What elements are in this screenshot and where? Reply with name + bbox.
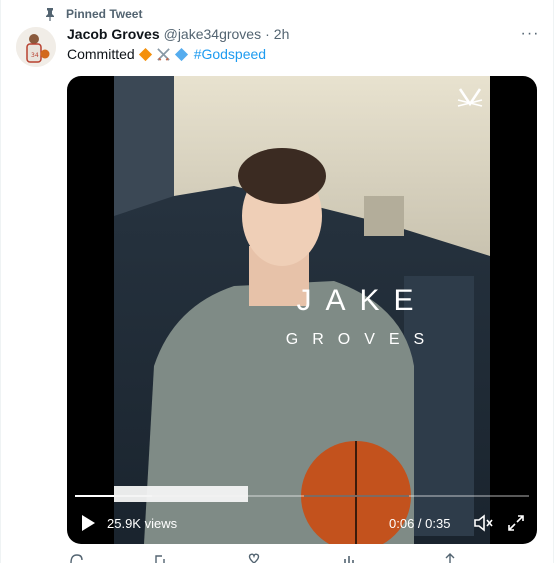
like-icon[interactable] xyxy=(247,553,261,563)
tweet-text: Committed #Godspeed xyxy=(67,46,266,62)
crossed-swords-icon xyxy=(156,47,170,61)
author-name[interactable]: Jacob Groves xyxy=(67,26,160,42)
video-overlay-subtitle: GROVES xyxy=(285,331,439,348)
video-scrub-preview xyxy=(114,486,248,502)
views-icon[interactable] xyxy=(342,553,356,563)
tweet-timestamp[interactable]: 2h xyxy=(274,26,290,42)
timeline-border-left xyxy=(0,0,1,563)
more-options-button[interactable]: ··· xyxy=(518,24,542,44)
pinned-label: Pinned Tweet xyxy=(66,7,143,21)
fullscreen-icon[interactable] xyxy=(507,514,525,532)
tweet-header: Jacob Groves @jake34groves · 2h xyxy=(67,26,289,42)
svg-text:34: 34 xyxy=(31,52,39,59)
header-separator: · xyxy=(265,26,270,42)
play-icon[interactable] xyxy=(80,514,96,532)
timeline-border-right xyxy=(553,0,554,563)
pinned-indicator: Pinned Tweet xyxy=(44,7,142,21)
video-player[interactable]: JAKE GROVES 25.9K views 0:06 / 0:35 xyxy=(67,76,537,544)
share-icon[interactable] xyxy=(443,553,457,563)
video-overlay-title: JAKE xyxy=(296,284,428,317)
hashtag-link[interactable]: #Godspeed xyxy=(194,46,266,62)
avatar[interactable]: 34 xyxy=(16,27,56,67)
pin-icon xyxy=(46,8,54,21)
reply-icon[interactable] xyxy=(69,553,83,563)
video-view-count: 25.9K views xyxy=(107,516,178,531)
author-handle[interactable]: @jake34groves xyxy=(164,26,262,42)
avatar-image: 34 xyxy=(16,27,56,67)
team-logo-icon xyxy=(457,88,483,107)
more-icon: ··· xyxy=(520,25,540,42)
blue-diamond-icon xyxy=(174,47,188,61)
tweet-body: Committed xyxy=(67,46,135,62)
tweet-actions xyxy=(67,553,537,563)
retweet-icon[interactable] xyxy=(153,553,167,563)
orange-diamond-icon xyxy=(138,47,152,61)
video-timecode: 0:06 / 0:35 xyxy=(389,516,451,531)
volume-icon[interactable] xyxy=(473,514,493,532)
